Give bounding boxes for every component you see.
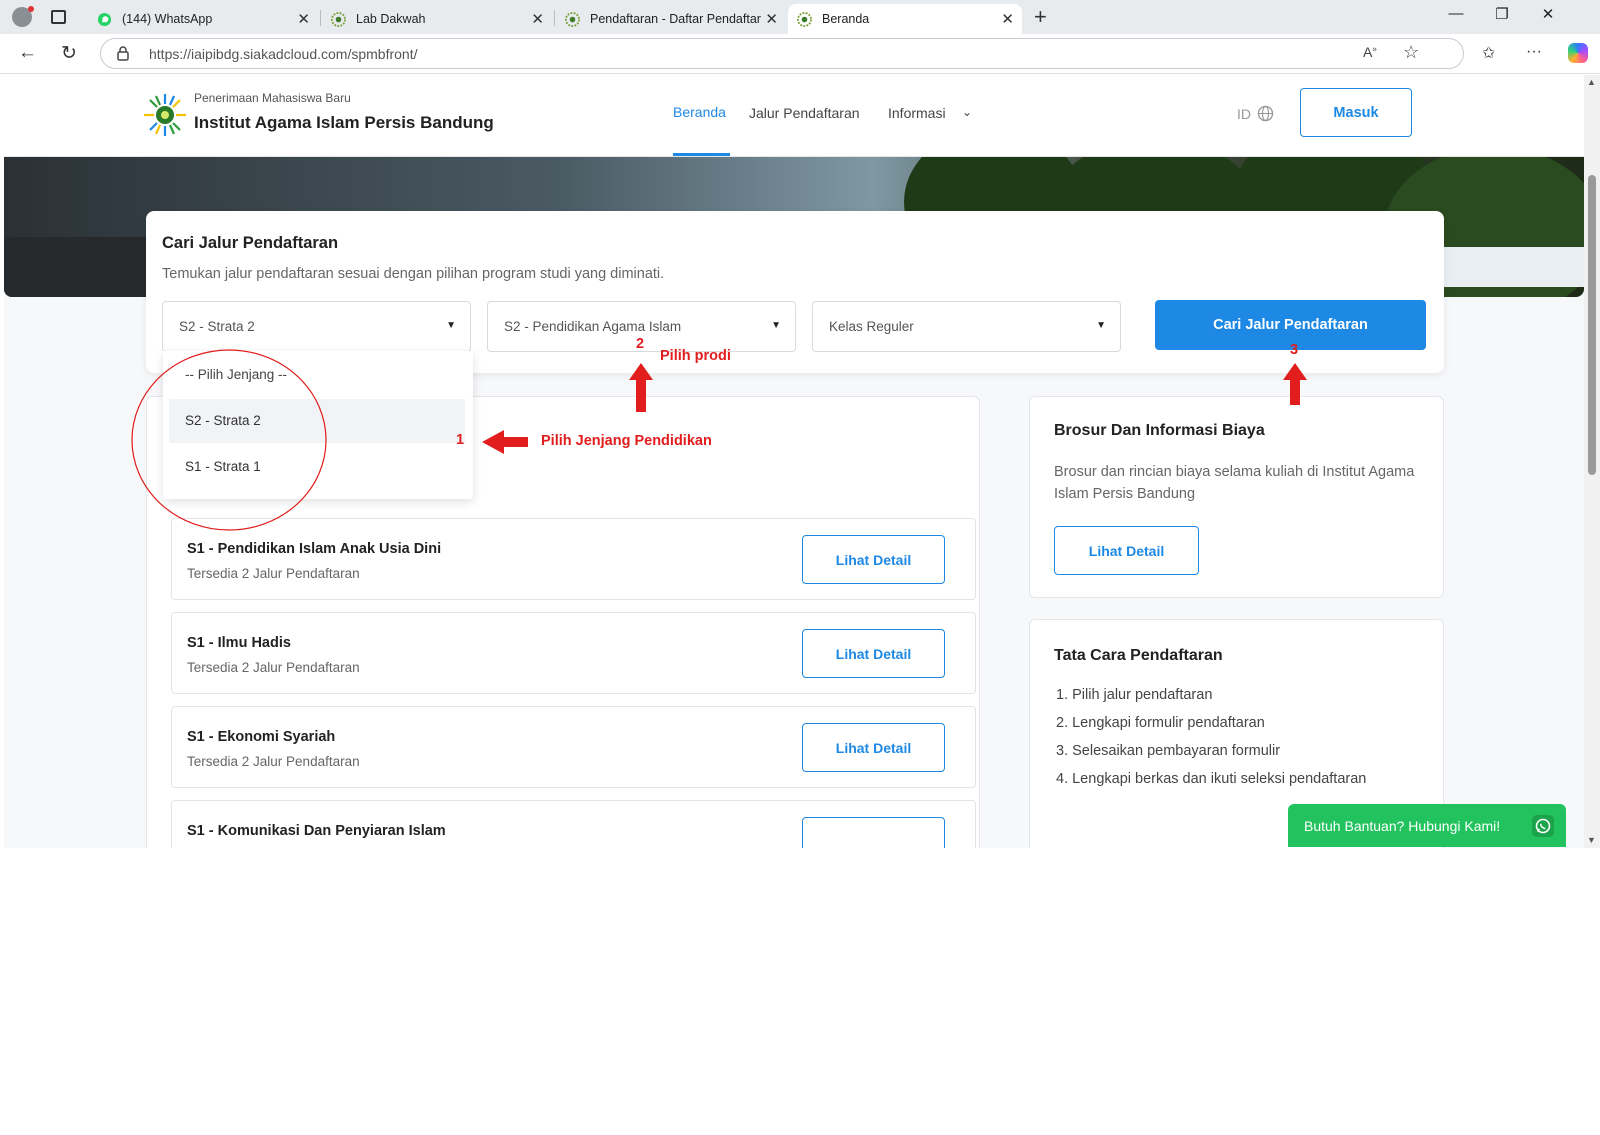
site-logo-icon — [564, 11, 580, 27]
whatsapp-help-button[interactable]: Butuh Bantuan? Hubungi Kami! — [1288, 804, 1566, 847]
close-tab-icon[interactable]: ✕ — [531, 10, 544, 28]
tab-title: Pendaftaran - Daftar Pendaftar — [590, 12, 761, 26]
annotation-number-1: 1 — [456, 432, 465, 448]
tab-title: (144) WhatsApp — [122, 12, 213, 26]
scrollbar-thumb[interactable] — [1588, 175, 1596, 475]
annotation-label-1: Pilih Jenjang Pendidikan — [541, 433, 712, 449]
read-aloud-icon[interactable]: A» — [1363, 44, 1377, 60]
back-arrow-icon[interactable]: ← — [18, 42, 37, 64]
whatsapp-help-label: Butuh Bantuan? Hubungi Kami! — [1304, 817, 1501, 834]
tab-beranda[interactable]: Beranda ✕ — [788, 4, 1022, 34]
new-tab-icon[interactable]: + — [1034, 4, 1047, 30]
restore-icon[interactable]: ❐ — [1482, 5, 1522, 23]
address-bar[interactable]: https://iaipibdg.siakadcloud.com/spmbfro… — [100, 38, 1464, 69]
refresh-icon[interactable]: ↻ — [61, 42, 77, 65]
site-logo-icon — [796, 11, 812, 27]
notification-dot — [28, 6, 34, 12]
tab-actions-icon[interactable] — [51, 10, 66, 24]
annotation-label-2: Pilih prodi — [660, 348, 731, 364]
annotation-number-3: 3 — [1290, 342, 1299, 358]
page-scrollbar[interactable]: ▲ ▼ — [1584, 75, 1600, 848]
minimize-icon[interactable]: — — [1436, 5, 1476, 22]
annotation-number-2: 2 — [636, 336, 645, 352]
close-window-icon[interactable]: ✕ — [1528, 5, 1568, 23]
tab-lab-dakwah[interactable]: Lab Dakwah ✕ — [322, 4, 552, 34]
browser-tab-bar: (144) WhatsApp ✕ Lab Dakwah ✕ Pendaftara… — [0, 0, 1600, 34]
more-menu-icon[interactable]: ··· — [1526, 43, 1542, 61]
favorites-icon[interactable]: ✩ — [1482, 43, 1495, 63]
url-text: https://iaipibdg.siakadcloud.com/spmbfro… — [149, 46, 418, 62]
tab-pendaftaran[interactable]: Pendaftaran - Daftar Pendaftar ✕ — [556, 4, 786, 34]
close-tab-icon[interactable]: ✕ — [297, 10, 310, 28]
whatsapp-icon — [96, 11, 112, 27]
copilot-icon[interactable] — [1568, 43, 1588, 63]
annotation-overlay — [131, 349, 1307, 531]
lock-icon — [117, 46, 129, 61]
tab-title: Beranda — [822, 12, 870, 26]
tab-whatsapp[interactable]: (144) WhatsApp ✕ — [88, 4, 318, 34]
web-page: Penerimaan Mahasiswa Baru Institut Agama… — [4, 75, 1584, 848]
close-tab-icon[interactable]: ✕ — [765, 10, 778, 28]
close-tab-icon[interactable]: ✕ — [1001, 10, 1014, 28]
favorite-star-icon[interactable]: ☆ — [1403, 42, 1419, 63]
browser-toolbar: ← ↻ https://iaipibdg.siakadcloud.com/spm… — [0, 34, 1600, 74]
tab-title: Lab Dakwah — [356, 12, 426, 26]
whatsapp-icon — [1532, 815, 1554, 840]
site-logo-icon — [330, 11, 346, 27]
